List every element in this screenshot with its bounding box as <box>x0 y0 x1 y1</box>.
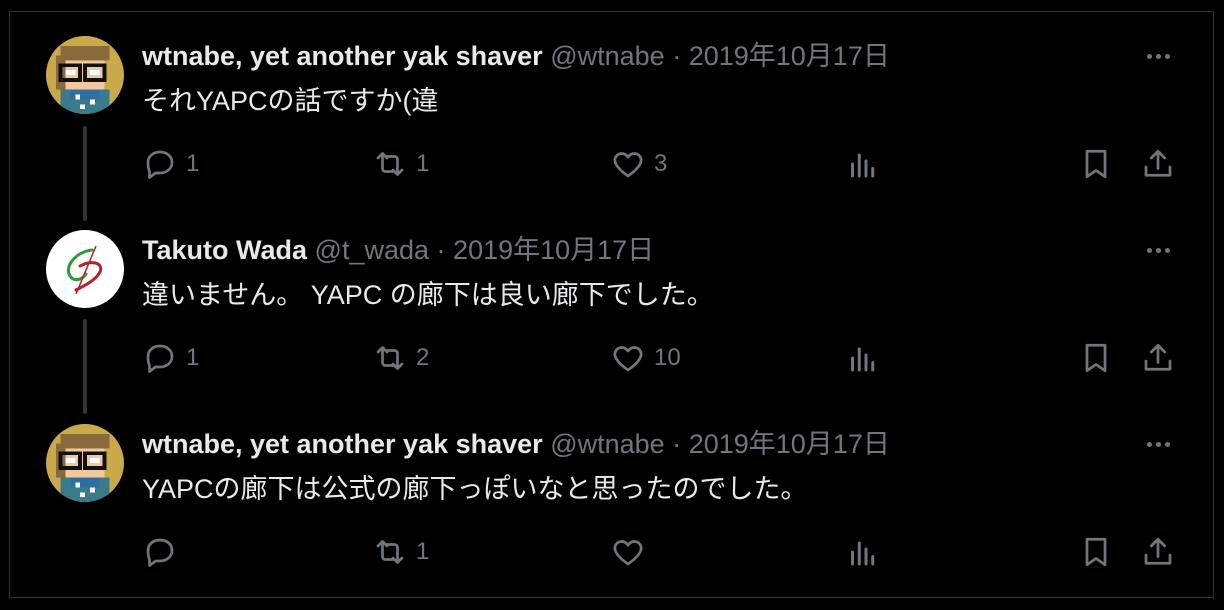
like-button[interactable]: 3 <box>610 146 667 182</box>
analytics-icon <box>851 347 875 372</box>
share-button[interactable] <box>1140 534 1176 570</box>
like-count: 3 <box>654 150 668 177</box>
reply-icon <box>146 344 174 373</box>
reply-button[interactable]: 1 <box>142 146 199 182</box>
retweet-icon <box>376 152 404 176</box>
more-dot <box>1155 53 1161 59</box>
reply-icon <box>146 150 174 179</box>
more-options-button[interactable] <box>1140 238 1176 262</box>
display-name[interactable]: wtnabe, yet another yak shaver <box>142 429 543 459</box>
thread-connector <box>83 319 87 414</box>
heart-icon <box>613 152 643 178</box>
more-dot <box>1155 441 1161 447</box>
handle[interactable]: @wtnabe <box>550 41 664 71</box>
timestamp[interactable]: 2019年10月17日 <box>453 235 654 265</box>
retweet-icon <box>376 540 404 564</box>
more-dot <box>1164 247 1170 253</box>
more-dot <box>1164 441 1170 447</box>
avatar[interactable] <box>46 424 124 502</box>
reply-count: 1 <box>186 344 200 371</box>
retweet-button[interactable]: 2 <box>372 340 429 376</box>
retweet-icon <box>376 346 404 370</box>
reply-button[interactable] <box>142 534 186 570</box>
reply-button[interactable]: 1 <box>142 340 199 376</box>
tweet-text: YAPCの廊下は公式の廊下っぽいなと思ったのでした。 <box>142 474 808 504</box>
bookmark-icon <box>1085 149 1107 179</box>
views-button[interactable] <box>845 534 881 570</box>
like-button[interactable] <box>610 534 654 570</box>
tweet-header: wtnabe, yet another yak shaver @wtnabe ·… <box>142 40 890 72</box>
more-dot <box>1146 247 1152 253</box>
reply-icon <box>146 538 174 567</box>
retweet-button[interactable]: 1 <box>372 534 429 570</box>
bookmark-button[interactable] <box>1078 146 1114 182</box>
share-icon <box>1144 537 1172 565</box>
tweet-text: それYAPCの話ですか(違 <box>142 86 439 116</box>
avatar[interactable] <box>46 230 124 308</box>
more-dot <box>1146 53 1152 59</box>
like-count: 10 <box>654 344 681 371</box>
retweet-button[interactable]: 1 <box>372 146 429 182</box>
display-name[interactable]: wtnabe, yet another yak shaver <box>142 41 543 71</box>
tweet-header: wtnabe, yet another yak shaver @wtnabe ·… <box>142 428 890 460</box>
handle[interactable]: @t_wada <box>315 235 429 265</box>
heart-icon <box>613 346 643 372</box>
tweet-header: Takuto Wada @t_wada · 2019年10月17日 <box>142 234 654 266</box>
handle[interactable]: @wtnabe <box>550 429 664 459</box>
tweet-text: 違いません。 YAPC の廊下は良い廊下でした。 <box>142 280 714 310</box>
timestamp[interactable]: 2019年10月17日 <box>689 429 890 459</box>
timestamp[interactable]: 2019年10月17日 <box>689 41 890 71</box>
bookmark-button[interactable] <box>1078 340 1114 376</box>
bookmark-icon <box>1085 537 1107 567</box>
separator: · <box>436 235 446 265</box>
thread-connector <box>83 126 87 221</box>
more-options-button[interactable] <box>1140 44 1176 68</box>
analytics-icon <box>851 153 875 178</box>
more-dot <box>1146 441 1152 447</box>
share-icon <box>1144 149 1172 177</box>
views-button[interactable] <box>845 340 881 376</box>
avatar[interactable] <box>46 36 124 114</box>
separator: · <box>672 429 682 459</box>
divider <box>9 597 1213 598</box>
more-options-button[interactable] <box>1140 432 1176 456</box>
more-dot <box>1155 247 1161 253</box>
reply-count: 1 <box>186 150 200 177</box>
bookmark-button[interactable] <box>1078 534 1114 570</box>
share-button[interactable] <box>1140 146 1176 182</box>
display-name[interactable]: Takuto Wada <box>142 235 307 265</box>
retweet-count: 2 <box>416 344 430 371</box>
share-icon <box>1144 343 1172 371</box>
analytics-icon <box>851 541 875 566</box>
separator: · <box>672 41 682 71</box>
like-button[interactable]: 10 <box>610 340 681 376</box>
retweet-count: 1 <box>416 538 430 565</box>
share-button[interactable] <box>1140 340 1176 376</box>
heart-icon <box>613 540 643 566</box>
more-dot <box>1164 53 1170 59</box>
views-button[interactable] <box>845 146 881 182</box>
bookmark-icon <box>1085 343 1107 373</box>
retweet-count: 1 <box>416 150 430 177</box>
